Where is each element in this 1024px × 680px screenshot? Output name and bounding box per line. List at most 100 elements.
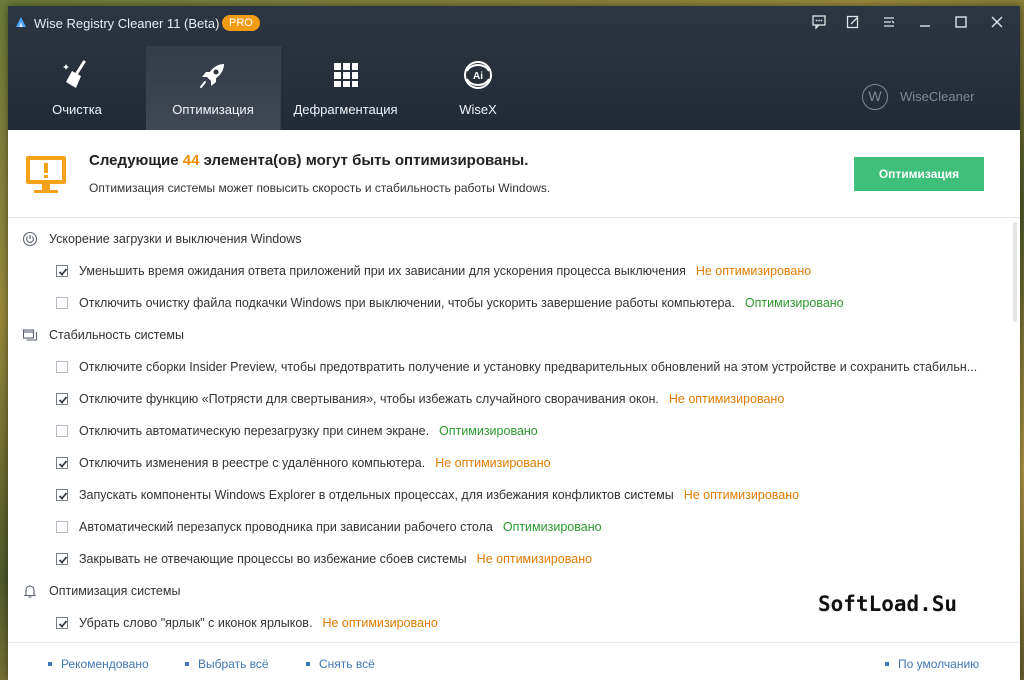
broom-icon: [63, 60, 86, 88]
list-item[interactable]: Закрывать не отвечающие процессы во избе…: [8, 543, 1008, 575]
item-text: Отключите сборки Insider Preview, чтобы …: [79, 360, 978, 374]
window-stack-icon: [22, 327, 38, 343]
item-checkbox[interactable]: [56, 393, 68, 405]
default-link[interactable]: По умолчанию: [885, 657, 979, 671]
item-label: Отключить очистку файла подкачки Windows…: [79, 296, 844, 310]
item-text: Отключите функцию «Потрясти для свертыва…: [79, 392, 659, 406]
tab-cleanup[interactable]: Очистка: [8, 46, 146, 130]
item-label: Отключить автоматическую перезагрузку пр…: [79, 424, 538, 438]
item-checkbox[interactable]: [56, 361, 68, 373]
menu-icon: [884, 17, 895, 27]
edit-button[interactable]: [842, 12, 864, 32]
maximize-icon: [955, 16, 967, 28]
status-label: Не оптимизировано: [476, 552, 593, 566]
brand-name: WiseCleaner: [900, 89, 975, 104]
monitor-warning-icon: [26, 156, 66, 193]
recommended-link[interactable]: Рекомендовано: [48, 657, 149, 671]
status-label: Не оптимизировано: [683, 488, 800, 502]
item-text: Запускать компоненты Windows Explorer в …: [79, 488, 674, 502]
deselect-all-link[interactable]: Снять всё: [306, 657, 375, 671]
list-item[interactable]: Отключите функцию «Потрясти для свертыва…: [8, 383, 1008, 415]
list-item[interactable]: Отключить автоматическую перезагрузку пр…: [8, 415, 1008, 447]
summary-title-prefix: Следующие: [89, 152, 183, 169]
item-text: Закрывать не отвечающие процессы во избе…: [79, 552, 467, 566]
bell-icon: [22, 583, 38, 599]
items-count: 44: [182, 152, 200, 169]
list-item[interactable]: Отключите сборки Insider Preview, чтобы …: [8, 351, 1008, 383]
footer-bar: Рекомендовано Выбрать всё Снять всё По у…: [8, 642, 1020, 680]
item-checkbox[interactable]: [56, 297, 68, 309]
item-label: Отключите сборки Insider Preview, чтобы …: [79, 360, 977, 374]
window-title: Wise Registry Cleaner 11 (Beta): [34, 16, 220, 31]
optimize-button[interactable]: Оптимизация: [854, 157, 984, 191]
status-label: Не оптимизировано: [322, 616, 438, 630]
item-text: Отключить очистку файла подкачки Windows…: [79, 296, 735, 310]
item-text: Автоматический перезапуск проводника при…: [79, 520, 493, 534]
scrollbar-thumb[interactable]: [1013, 222, 1017, 322]
minimize-button[interactable]: [914, 12, 936, 32]
category-label: Ускорение загрузки и выключения Windows: [49, 232, 302, 246]
status-label: Оптимизировано: [744, 296, 844, 310]
tab-label: Очистка: [52, 102, 102, 117]
item-text: Отключить изменения в реестре с удалённо…: [79, 456, 426, 470]
item-text: Уменьшить время ожидания ответа приложен…: [79, 264, 686, 278]
tab-optimization[interactable]: Оптимизация: [146, 46, 280, 130]
tab-defragmentation[interactable]: Дефрагментация: [280, 46, 410, 130]
summary-title-suffix: элемента(ов) могут быть оптимизированы.: [199, 152, 529, 169]
item-text: Отключить автоматическую перезагрузку пр…: [79, 424, 430, 438]
status-label: Не оптимизировано: [435, 456, 551, 470]
tab-label: Дефрагментация: [293, 102, 398, 117]
close-icon: [991, 16, 1003, 28]
power-icon: [22, 231, 38, 247]
optimization-list[interactable]: Ускорение загрузки и выключения Windows У…: [8, 218, 1020, 642]
feedback-button[interactable]: [808, 12, 830, 32]
chat-icon: [812, 15, 826, 30]
item-label: Уменьшить время ожидания ответа приложен…: [79, 264, 811, 278]
tab-label: Оптимизация: [172, 102, 254, 117]
item-checkbox[interactable]: [56, 617, 68, 629]
list-item[interactable]: Запускать компоненты Windows Explorer в …: [8, 479, 1008, 511]
pro-badge: PRO: [222, 15, 260, 31]
app-logo-icon: [16, 17, 26, 27]
menu-button[interactable]: [878, 12, 900, 32]
header-bar: Wise Registry Cleaner 11 (Beta) PRO Очис…: [8, 6, 1020, 130]
status-label: Оптимизировано: [502, 520, 602, 534]
list-item[interactable]: Отключить изменения в реестре с удалённо…: [8, 447, 1008, 479]
rocket-icon: [200, 64, 224, 88]
select-all-link[interactable]: Выбрать всё: [185, 657, 269, 671]
list-item[interactable]: Автоматический перезапуск проводника при…: [8, 511, 1008, 543]
category-header: Ускорение загрузки и выключения Windows: [8, 223, 1008, 255]
item-checkbox[interactable]: [56, 457, 68, 469]
list-item[interactable]: Отключить очистку файла подкачки Windows…: [8, 287, 1008, 319]
category-header: Стабильность системы: [8, 319, 1008, 351]
ai-swirl-icon: Ai: [464, 61, 492, 89]
list-item[interactable]: Уменьшить время ожидания ответа приложен…: [8, 255, 1008, 287]
item-checkbox[interactable]: [56, 425, 68, 437]
close-button[interactable]: [986, 12, 1008, 32]
item-label: Закрывать не отвечающие процессы во избе…: [79, 552, 592, 566]
status-label: Оптимизировано: [439, 424, 538, 438]
title-bar[interactable]: Wise Registry Cleaner 11 (Beta) PRO: [8, 6, 1020, 38]
grid-blocks-icon: [333, 63, 358, 87]
item-text: Убрать слово "ярлык" с иконок ярлыков.: [79, 616, 313, 630]
maximize-button[interactable]: [950, 12, 972, 32]
summary-description: Оптимизация системы может повысить скоро…: [89, 181, 551, 195]
summary-panel: Следующие 44 элемента(ов) могут быть опт…: [8, 130, 1020, 218]
category-label: Оптимизация системы: [49, 584, 181, 598]
tab-wisex[interactable]: Ai WiseX: [410, 46, 546, 130]
item-checkbox[interactable]: [56, 553, 68, 565]
item-label: Отключите функцию «Потрясти для свертыва…: [79, 392, 784, 406]
status-label: Не оптимизировано: [695, 264, 812, 278]
item-label: Отключить изменения в реестре с удалённо…: [79, 456, 551, 470]
minimize-icon: [920, 25, 930, 27]
item-label: Запускать компоненты Windows Explorer в …: [79, 488, 799, 502]
status-label: Не оптимизировано: [668, 392, 785, 406]
item-checkbox[interactable]: [56, 521, 68, 533]
wisecleaner-logo: W: [862, 84, 888, 110]
item-checkbox[interactable]: [56, 489, 68, 501]
item-label: Автоматический перезапуск проводника при…: [79, 520, 602, 534]
item-checkbox[interactable]: [56, 265, 68, 277]
app-window: Wise Registry Cleaner 11 (Beta) PRO Очис…: [8, 6, 1020, 680]
svg-text:Ai: Ai: [473, 71, 483, 82]
category-label: Стабильность системы: [49, 328, 184, 342]
